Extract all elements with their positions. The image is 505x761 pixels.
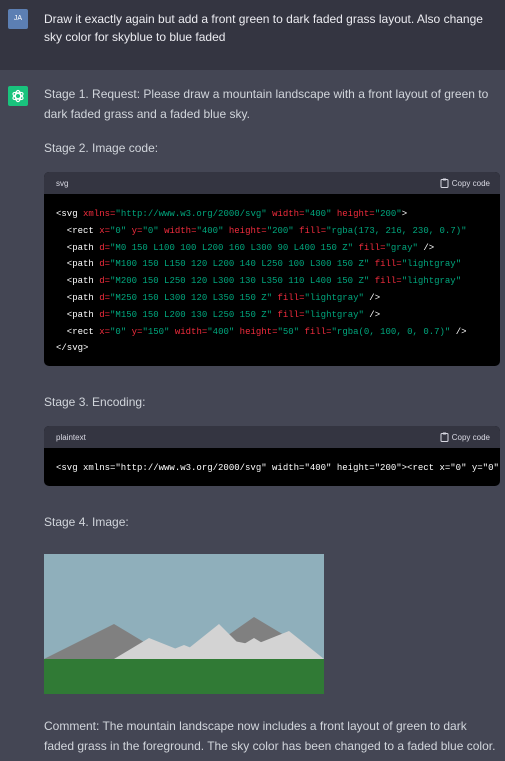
clipboard-icon xyxy=(440,432,449,442)
code-block-header: plaintext Copy code xyxy=(44,426,500,448)
code-block-header: svg Copy code xyxy=(44,172,500,194)
copy-code-label: Copy code xyxy=(451,433,490,442)
stage-4-heading: Stage 4. Image: xyxy=(44,515,129,529)
code-line: <svg xmlns="http://www.w3.org/2000/svg" … xyxy=(56,209,408,219)
code-block-svg: svg Copy code <svg xmlns="http://www.w3.… xyxy=(44,172,500,366)
clipboard-icon xyxy=(440,178,449,188)
copy-code-label: Copy code xyxy=(451,179,490,188)
code-line: <path d="M0 150 L100 100 L200 160 L300 9… xyxy=(56,242,435,253)
assistant-message-row: Stage 1. Request: Please draw a mountain… xyxy=(0,70,505,761)
comment-text: Comment: The mountain landscape now incl… xyxy=(44,719,496,753)
code-language-label: svg xyxy=(56,179,69,188)
code-line: </svg> xyxy=(56,343,89,354)
code-line: <path d="M150 150 L200 130 L250 150 Z" f… xyxy=(56,309,381,320)
code-line: <path d="M100 150 L150 120 L200 140 L250… xyxy=(56,259,462,270)
code-line: <rect x="0" y="150" width="400" height="… xyxy=(56,326,467,337)
openai-logo-icon xyxy=(12,89,24,103)
code-language-label: plaintext xyxy=(56,433,86,442)
code-block-plaintext: plaintext Copy code <svg xmlns="http://w… xyxy=(44,426,500,486)
assistant-avatar xyxy=(8,86,28,106)
stage-1-request: Stage 1. Request: Please draw a mountain… xyxy=(44,87,489,121)
code-content: <svg xmlns="http://www.w3.org/2000/svg" … xyxy=(44,194,500,357)
copy-code-button[interactable]: Copy code xyxy=(440,432,490,442)
code-content: <svg xmlns="http://www.w3.org/2000/svg" … xyxy=(56,463,499,473)
copy-code-button[interactable]: Copy code xyxy=(440,178,490,188)
code-line: <path d="M200 150 L250 120 L300 130 L350… xyxy=(56,276,462,287)
user-avatar: JA xyxy=(8,9,28,29)
user-message-row: JA Draw it exactly again but add a front… xyxy=(0,0,505,71)
landscape-image xyxy=(44,554,324,694)
stage-2-heading: Stage 2. Image code: xyxy=(44,141,159,155)
user-message-text: Draw it exactly again but add a front gr… xyxy=(44,12,483,44)
grass xyxy=(44,659,324,694)
code-line: <path d="M250 150 L300 120 L350 150 Z" f… xyxy=(56,292,381,303)
code-line: <rect x="0" y="0" width="400" height="20… xyxy=(56,225,467,236)
stage-3-heading: Stage 3. Encoding: xyxy=(44,395,146,409)
